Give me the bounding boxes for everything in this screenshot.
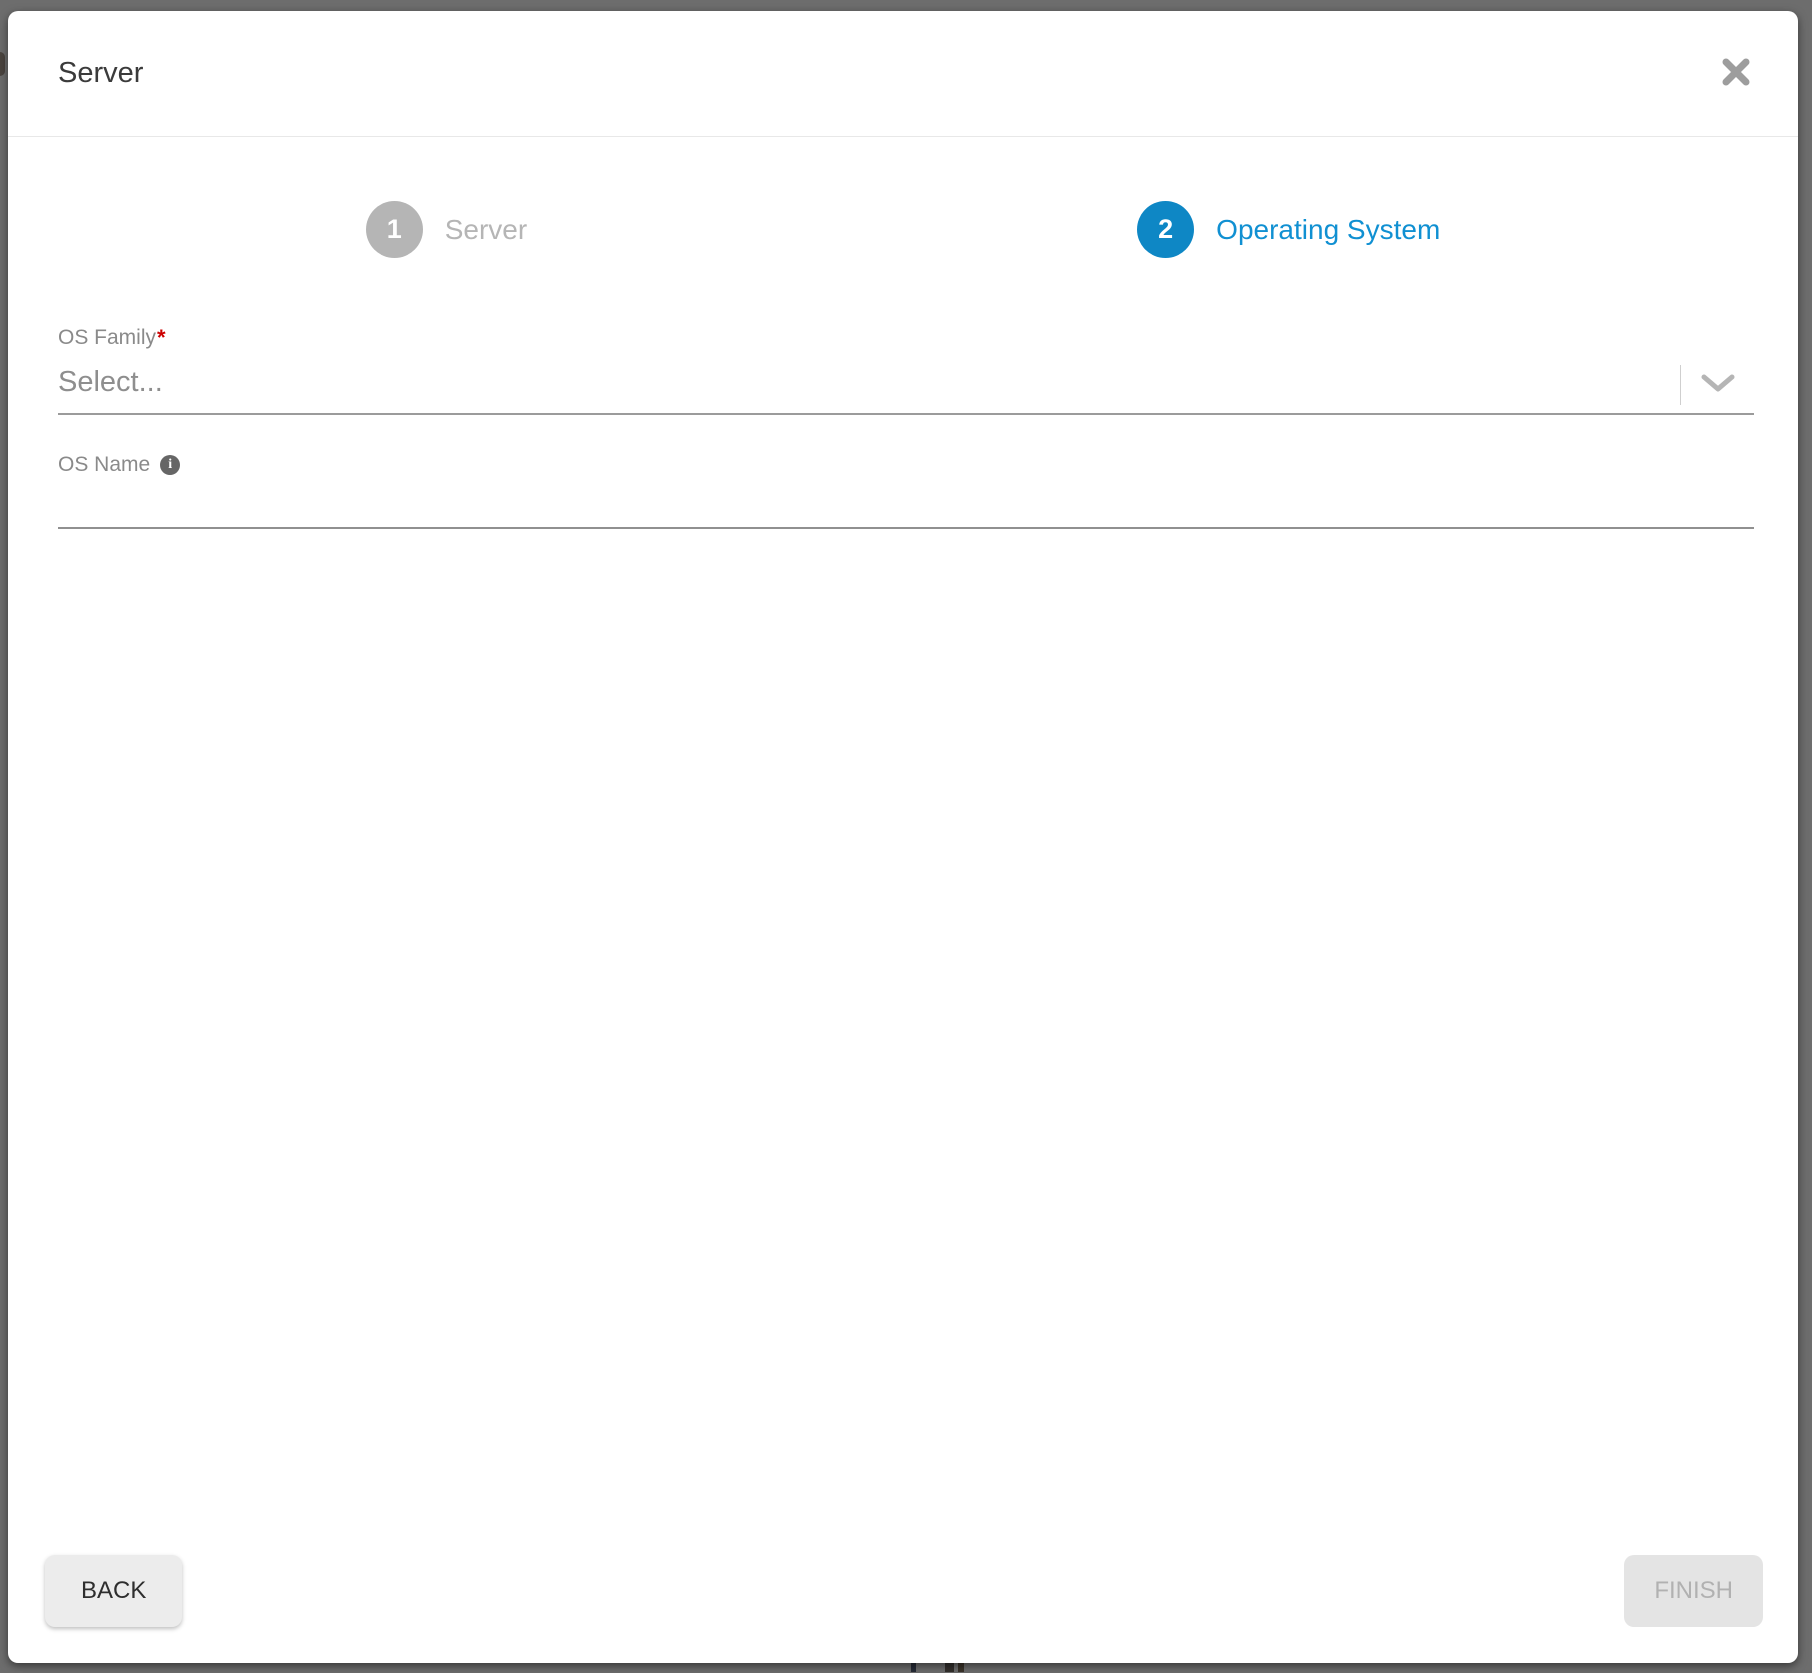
step-number-badge: 2 — [1137, 201, 1194, 258]
os-name-label: OS Name i — [58, 453, 1754, 477]
required-indicator: * — [157, 325, 166, 351]
finish-button[interactable]: FINISH — [1624, 1555, 1763, 1627]
step-number-badge: 1 — [366, 201, 423, 258]
dialog-header: Server — [8, 11, 1798, 137]
back-button[interactable]: BACK — [45, 1555, 182, 1627]
dialog-footer: BACK FINISH — [8, 1555, 1798, 1663]
background-page-artifact — [0, 52, 5, 76]
os-family-selected-value: Select... — [58, 366, 1680, 405]
step-label: Server — [445, 214, 527, 246]
server-wizard-dialog: Server 1 Server 2 Operating System OS Fa… — [8, 11, 1798, 1663]
info-icon[interactable]: i — [160, 455, 180, 475]
chevron-down-icon — [1701, 374, 1735, 397]
os-family-label: OS Family* — [58, 325, 1754, 351]
wizard-step-server[interactable]: 1 Server — [366, 201, 527, 258]
wizard-step-operating-system[interactable]: 2 Operating System — [1137, 201, 1440, 258]
step-label: Operating System — [1216, 214, 1440, 246]
close-button[interactable] — [1714, 52, 1758, 96]
dialog-title: Server — [58, 57, 1714, 90]
wizard-steps: 1 Server 2 Operating System — [8, 201, 1798, 258]
close-icon — [1720, 56, 1752, 91]
operating-system-form: OS Family* Select... OS Name i — [8, 258, 1798, 1555]
os-name-input[interactable] — [58, 477, 1754, 529]
select-caret-area[interactable] — [1680, 365, 1754, 405]
os-family-select[interactable]: Select... — [58, 357, 1754, 415]
